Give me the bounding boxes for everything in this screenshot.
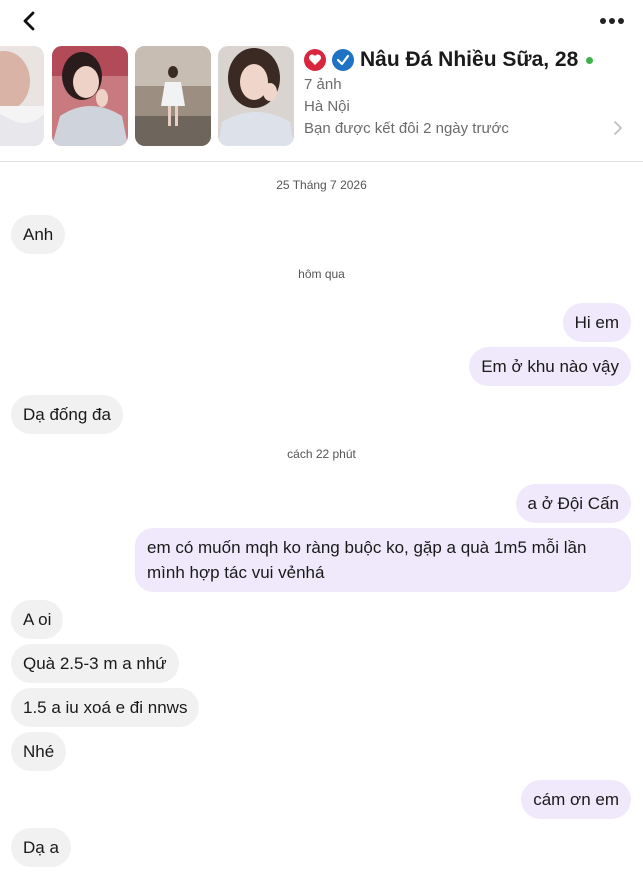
verified-check-icon xyxy=(332,49,354,71)
message-incoming: A oi xyxy=(11,600,64,639)
chevron-right-icon[interactable] xyxy=(613,120,623,136)
message-incoming: Dạ a xyxy=(11,828,71,867)
profile-info: Nâu Đá Nhiều Sữa, 28 7 ảnh Hà Nội Bạn đư… xyxy=(304,46,604,140)
message-incoming: 1.5 a iu xoá e đi nnws xyxy=(11,688,200,727)
message-outgoing: a ở Đội Cấn xyxy=(515,484,631,523)
date-separator: hôm qua xyxy=(298,267,345,281)
date-separator: cách 22 phút xyxy=(287,447,356,461)
message-incoming: Dạ đống đa xyxy=(11,395,123,434)
profile-photo[interactable] xyxy=(218,46,294,146)
profile-name: Nâu Đá Nhiều Sữa, 28 xyxy=(360,48,579,71)
match-time: Bạn được kết đôi 2 ngày trước xyxy=(304,120,509,137)
message-incoming: Quà 2.5-3 m a nhứ xyxy=(11,644,179,683)
message-outgoing: cám ơn em xyxy=(521,780,631,819)
message-incoming: Nhé xyxy=(11,732,67,771)
profile-photo[interactable] xyxy=(52,46,128,146)
online-indicator xyxy=(586,56,594,64)
top-bar xyxy=(0,0,643,40)
profile-photo[interactable] xyxy=(135,46,211,146)
more-dots-icon[interactable] xyxy=(599,12,625,30)
chevron-left-icon[interactable] xyxy=(20,10,40,32)
message-outgoing: Hi em xyxy=(562,303,631,342)
message-outgoing: Em ở khu nào vậy xyxy=(469,347,631,386)
message-outgoing: em có muốn mqh ko ràng buộc ko, gặp a qu… xyxy=(135,528,631,592)
photo-count: 7 ảnh xyxy=(304,76,342,93)
message-incoming: Anh xyxy=(11,215,66,254)
heart-badge-icon xyxy=(304,49,326,71)
profile-header[interactable]: Nâu Đá Nhiều Sữa, 28 7 ảnh Hà Nội Bạn đư… xyxy=(0,40,643,162)
profile-photo[interactable] xyxy=(0,46,44,146)
date-separator: 25 Tháng 7 2026 xyxy=(276,178,367,192)
location: Hà Nội xyxy=(304,98,350,115)
